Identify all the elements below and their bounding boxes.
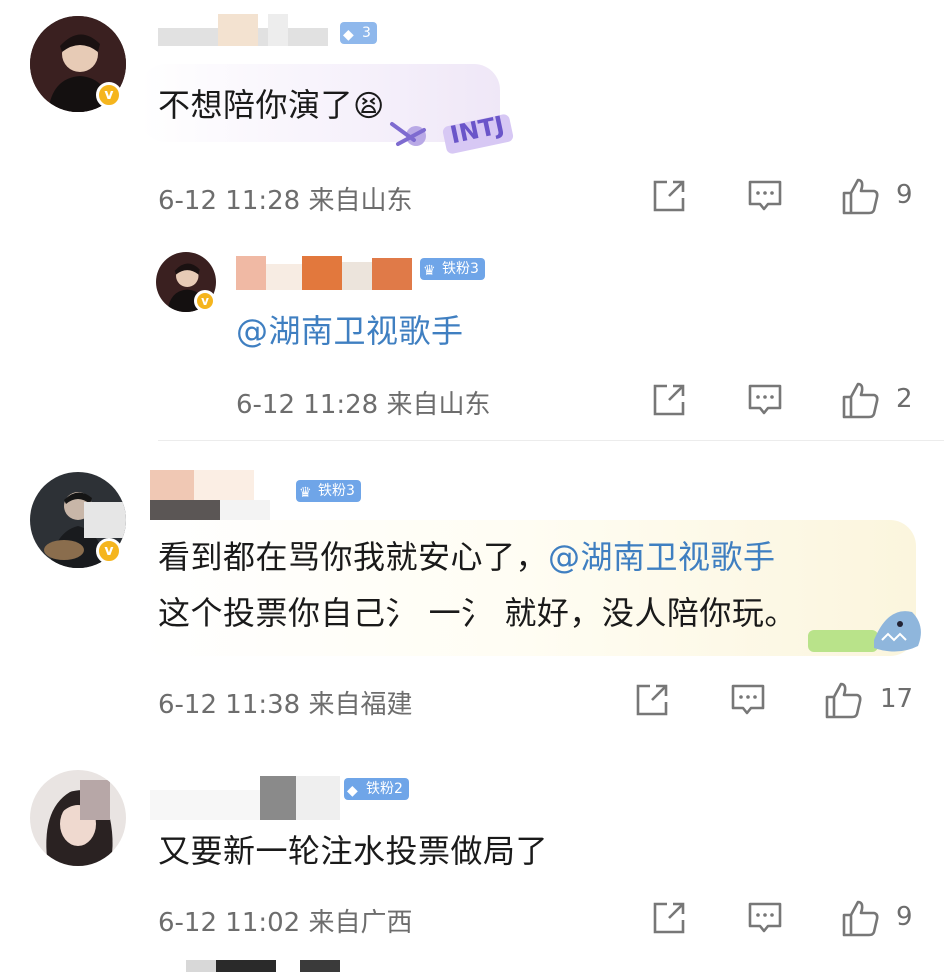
verified-badge: v [96,538,122,564]
comment-meta: 6-12 11:38 来自福建 [158,690,413,720]
intj-sticker: INTJ [384,104,516,154]
comment-icon[interactable] [747,900,783,936]
like-count: 17 [880,684,914,714]
verified-badge: v [96,82,122,108]
fan-badge: ◆ 铁粉2 [344,778,409,800]
share-icon[interactable] [634,682,670,718]
mention-link[interactable]: @湖南卫视歌手 [236,306,464,352]
username-mosaic[interactable] [150,470,270,520]
fan-badge: ◆ 3 [340,22,377,44]
crown-icon: ♛ [299,485,312,501]
username-mosaic[interactable] [158,14,328,46]
comment-icon[interactable] [730,682,766,718]
fan-badge: ♛ 铁粉3 [420,258,485,280]
comment-icon[interactable] [747,382,783,418]
diamond-icon: ◆ [347,783,358,799]
comment-text-line: 这个投票你自己氵 一氵 就好，没人陪你玩。 [158,594,797,632]
like-icon[interactable] [840,176,880,216]
like-count: 9 [896,902,913,932]
share-icon[interactable] [651,382,687,418]
shark-sticker [808,600,928,658]
verified-badge: v [194,290,216,312]
fan-badge: ♛ 铁粉3 [296,480,361,502]
like-count: 2 [896,384,913,414]
avatar[interactable] [30,770,126,866]
divider [158,440,944,441]
username-mosaic[interactable] [236,256,416,290]
comment-text: 又要新一轮注水投票做局了 [158,832,549,870]
share-icon[interactable] [651,178,687,214]
like-count: 9 [896,180,913,210]
comment-text-line: 看到都在骂你我就安心了，@湖南卫视歌手 [158,538,776,576]
comment-meta: 6-12 11:28 来自山东 [158,186,413,216]
username-mosaic [150,960,410,972]
username-mosaic[interactable] [150,776,340,820]
like-icon[interactable] [823,680,863,720]
comment-meta: 6-12 11:02 来自广西 [158,908,413,938]
like-icon[interactable] [840,380,880,420]
mention-link[interactable]: @湖南卫视歌手 [548,538,776,576]
comment-text: 不想陪你演了😫 [158,86,385,124]
fan-level-icon: ◆ [343,27,354,43]
comment-icon[interactable] [747,178,783,214]
comment-meta: 6-12 11:28 来自山东 [236,390,491,420]
share-icon[interactable] [651,900,687,936]
angry-face-emoji: 😫 [353,89,385,124]
like-icon[interactable] [840,898,880,938]
crown-icon: ♛ [423,263,436,279]
